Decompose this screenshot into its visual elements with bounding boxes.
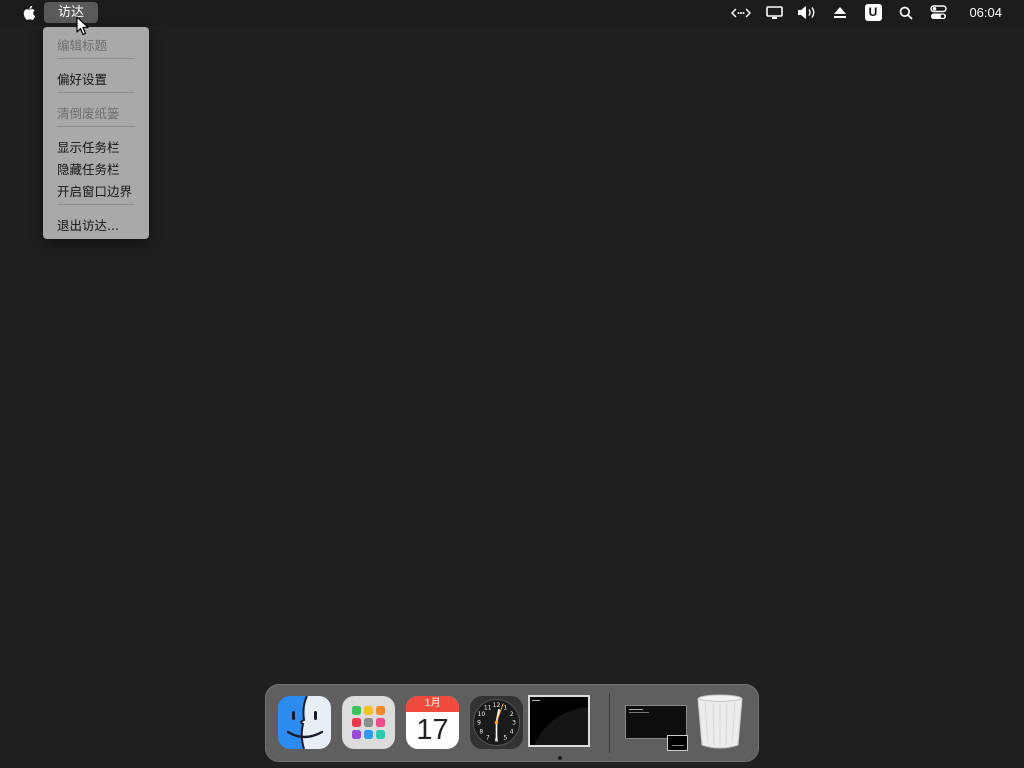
mouse-cursor-icon	[76, 16, 89, 36]
menu-item-hide-taskbar[interactable]: 隐藏任务栏	[57, 159, 120, 178]
input-method-icon[interactable]: U	[864, 4, 882, 21]
minimized-window-preview	[625, 705, 687, 739]
running-indicator	[558, 756, 562, 760]
trash-icon[interactable]	[695, 693, 745, 751]
clock-app-icon[interactable]: 121234567891011	[470, 696, 523, 749]
volume-icon[interactable]	[796, 4, 818, 21]
terminal-preview	[532, 700, 588, 745]
menu-item-quit-finder[interactable]: 退出访达...	[57, 215, 119, 234]
launchpad-icon[interactable]	[342, 696, 395, 749]
dock-separator	[609, 693, 610, 753]
menu-item-preferences[interactable]: 偏好设置	[57, 69, 107, 88]
window-preview-overlay	[667, 735, 688, 751]
dock: 1月 17 121234567891011	[265, 684, 759, 762]
finder-app-menu-dropdown: 编辑标题 偏好设置 清倒废纸篓 显示任务栏 隐藏任务栏 开启窗口边界 退出访达.…	[43, 27, 149, 239]
display-icon[interactable]	[765, 4, 783, 21]
menu-bar: 访达 U 06:04	[0, 0, 1024, 25]
eject-icon[interactable]	[832, 4, 848, 21]
clock-numeral: 9	[477, 720, 481, 727]
desktop: 访达 U 06:04 编辑标题 偏好设置 清倒废纸篓 显示任务栏 隐藏任务栏 开…	[0, 0, 1024, 768]
menu-item-empty-trash: 清倒废纸篓	[57, 106, 120, 121]
finder-icon[interactable]	[278, 696, 331, 749]
input-method-label: U	[864, 4, 882, 21]
clock-numeral: 5	[503, 735, 507, 742]
menu-separator	[57, 126, 135, 127]
calendar-month: 1月	[406, 696, 459, 712]
menu-separator	[57, 58, 135, 59]
clock-numeral: 7	[486, 735, 490, 742]
clock-numeral: 8	[479, 728, 483, 735]
clock-numeral: 11	[484, 704, 492, 711]
terminal-window-thumbnail[interactable]	[528, 695, 590, 747]
calendar-icon[interactable]: 1月 17	[406, 696, 459, 749]
clock-numeral: 10	[478, 711, 486, 718]
clock-numeral: 3	[512, 720, 516, 727]
minimized-window-thumbnail[interactable]	[625, 705, 688, 753]
control-center-icon[interactable]	[929, 4, 947, 21]
menu-separator	[57, 92, 135, 93]
network-icon[interactable]	[731, 4, 751, 21]
calendar-day: 17	[416, 714, 449, 746]
clock-numeral: 4	[510, 728, 514, 735]
menu-item-window-borders[interactable]: 开启窗口边界	[57, 181, 132, 200]
menu-item-show-taskbar[interactable]: 显示任务栏	[57, 137, 120, 156]
apple-logo-icon[interactable]	[22, 4, 38, 21]
search-icon[interactable]	[898, 4, 914, 21]
clock-face: 121234567891011	[470, 696, 523, 749]
clock-numeral: 2	[510, 711, 514, 718]
clock-numeral: 12	[493, 702, 501, 709]
menu-separator	[57, 204, 135, 205]
menu-item-edit-title: 编辑标题	[57, 38, 108, 53]
menu-bar-clock[interactable]: 06:04	[969, 5, 1002, 20]
clock-numeral: 1	[503, 704, 507, 711]
